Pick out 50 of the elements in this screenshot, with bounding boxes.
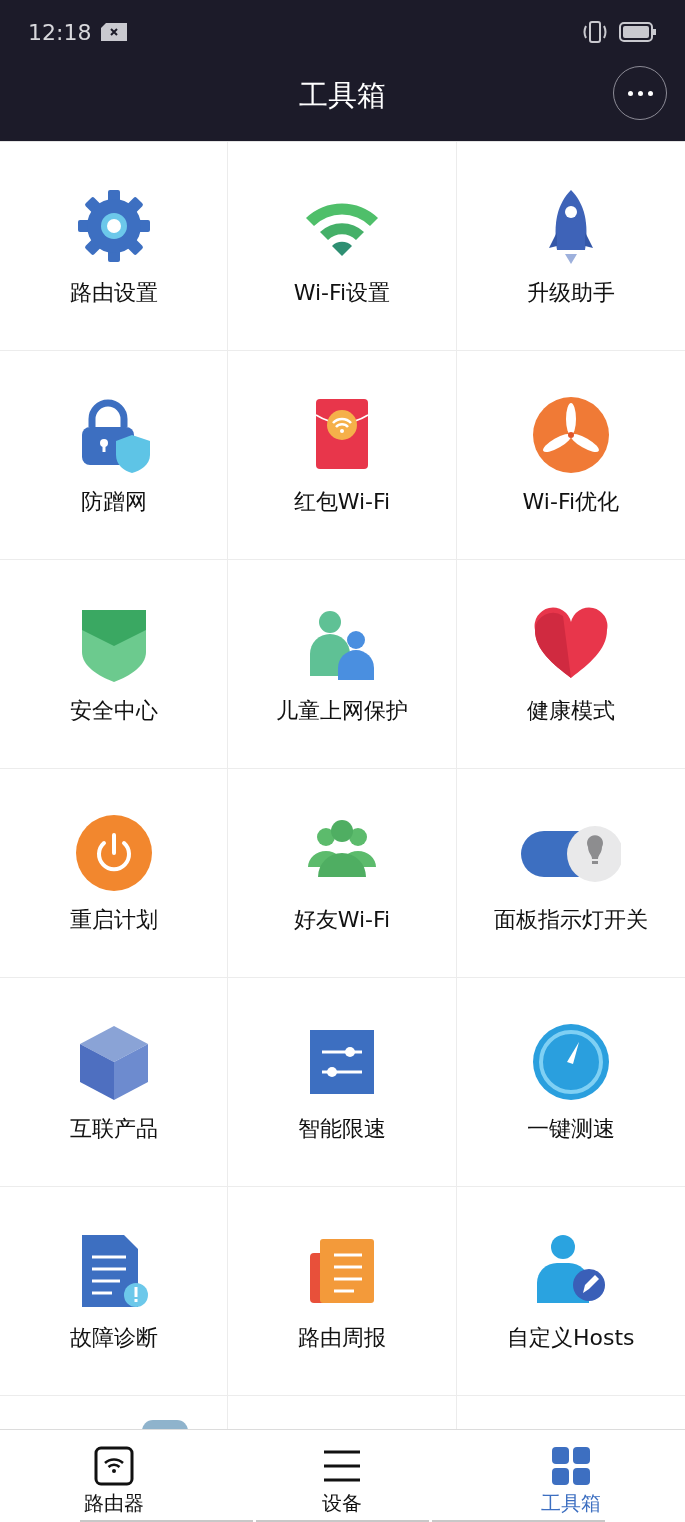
fan-icon — [532, 397, 609, 473]
tool-tile[interactable]: 好友Wi-Fi — [228, 769, 457, 978]
tool-tile[interactable]: 互联产品 — [0, 978, 229, 1187]
tool-tile[interactable]: 智能限速 — [228, 978, 457, 1187]
tool-label: 儿童上网保护 — [276, 697, 408, 725]
tool-label: 路由周报 — [298, 1324, 386, 1352]
tool-label: Wi-Fi设置 — [293, 279, 391, 307]
tool-tile[interactable]: 红包Wi-Fi — [228, 351, 457, 560]
tool-tile[interactable]: 升级助手 — [456, 142, 685, 351]
tool-label: 健康模式 — [526, 697, 615, 725]
gauge-icon — [532, 1024, 609, 1100]
tool-tile[interactable]: Wi-Fi优化 — [456, 351, 685, 560]
tool-label: 好友Wi-Fi — [293, 906, 391, 934]
tool-label: 面板指示灯开关 — [493, 906, 648, 934]
tool-label: 智能限速 — [298, 1115, 386, 1143]
status-time: 12:18 — [28, 19, 92, 45]
battery-icon — [619, 21, 657, 43]
tool-label: 故障诊断 — [69, 1324, 158, 1352]
tool-tile[interactable]: 儿童上网保护 — [228, 560, 457, 769]
page-title: 工具箱 — [299, 77, 386, 114]
tool-label: 红包Wi-Fi — [293, 488, 391, 516]
tool-tile[interactable]: Wi-Fi设置 — [228, 142, 457, 351]
router-icon — [94, 1446, 135, 1486]
gear-icon — [75, 188, 152, 264]
tool-label: Wi-Fi优化 — [522, 488, 620, 516]
nav-tab[interactable]: 设备 — [228, 1430, 457, 1522]
tool-tile[interactable]: 防蹭网 — [0, 351, 229, 560]
vibrate-icon — [581, 21, 609, 43]
tool-tile[interactable]: 路由设置 — [0, 142, 229, 351]
nav-tab[interactable]: 工具箱 — [456, 1430, 685, 1522]
tool-label: 一键测速 — [526, 1115, 615, 1143]
sim-card-icon — [101, 23, 128, 41]
grid-icon — [550, 1446, 591, 1486]
tool-label: 重启计划 — [69, 906, 158, 934]
tool-tile[interactable]: 故障诊断 — [0, 1187, 229, 1396]
tool-label: 防蹭网 — [80, 488, 147, 516]
tool-label: 安全中心 — [69, 697, 158, 725]
tool-tile[interactable]: 路由周报 — [228, 1187, 457, 1396]
tool-tile[interactable]: 安全中心 — [0, 560, 229, 769]
power-icon — [75, 815, 152, 891]
nav-tab[interactable]: 路由器 — [0, 1430, 229, 1522]
tool-tile[interactable]: 重启计划 — [0, 769, 229, 978]
tool-label: 路由设置 — [69, 279, 158, 307]
tool-label: 升级助手 — [526, 279, 615, 307]
tool-tile[interactable]: 健康模式 — [456, 560, 685, 769]
tool-label: 自定义Hosts — [507, 1324, 635, 1352]
tool-tile[interactable]: 一键测速 — [456, 978, 685, 1187]
tool-tile[interactable]: 自定义Hosts — [456, 1187, 685, 1396]
tool-tile[interactable]: 面板指示灯开关 — [456, 769, 685, 978]
tool-label: 互联产品 — [69, 1115, 158, 1143]
